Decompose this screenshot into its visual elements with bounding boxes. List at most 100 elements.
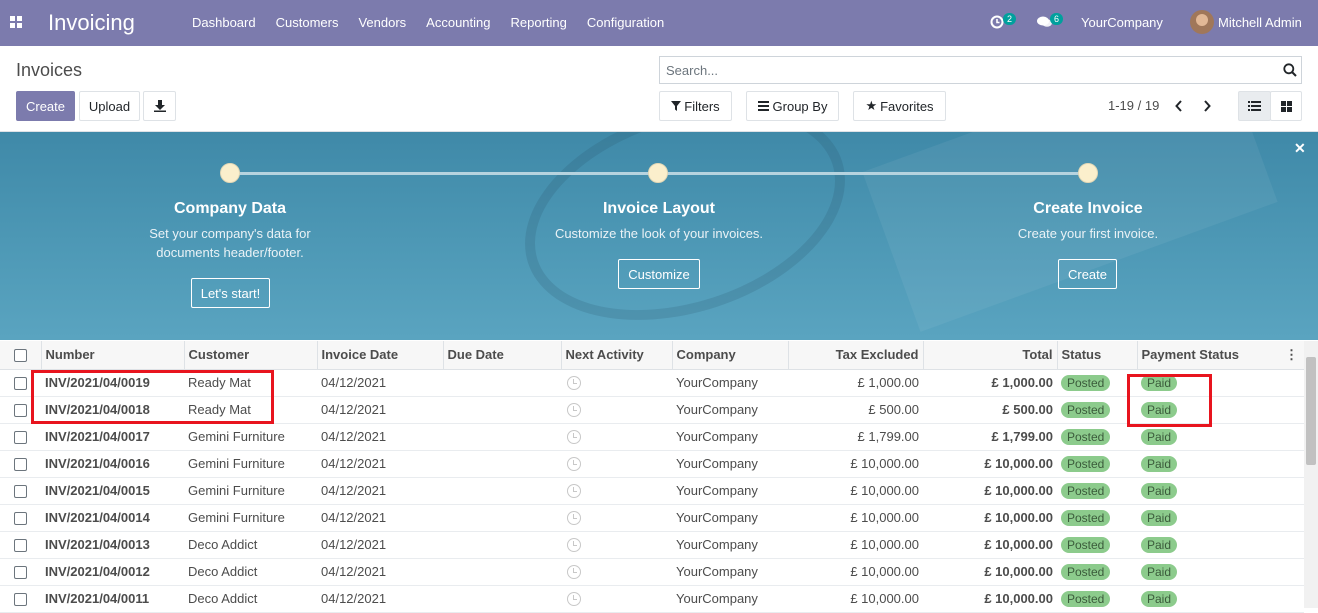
table-row[interactable]: INV/2021/04/0014 Gemini Furniture 04/12/20… xyxy=(0,504,1304,532)
invoice-number[interactable]: INV/2021/04/0017 xyxy=(41,423,184,451)
activity-clock-icon[interactable] xyxy=(990,15,1004,29)
user-avatar[interactable] xyxy=(1190,10,1214,34)
menu-customers[interactable]: Customers xyxy=(276,15,339,30)
row-checkbox[interactable] xyxy=(14,458,27,472)
company-switcher[interactable]: YourCompany xyxy=(1081,15,1163,30)
pager-next-icon[interactable] xyxy=(1203,100,1211,112)
customer-name[interactable]: Deco Addict xyxy=(184,558,317,586)
activity-clock-icon[interactable] xyxy=(567,484,581,499)
column-header-customer[interactable]: Customer xyxy=(184,341,318,370)
download-button[interactable] xyxy=(143,91,176,121)
optional-columns-icon[interactable]: ⋮ xyxy=(1285,347,1298,363)
search-icon[interactable] xyxy=(1283,63,1297,77)
activity-clock-icon[interactable] xyxy=(567,457,581,472)
company-name[interactable]: YourCompany xyxy=(672,558,788,586)
total-amount[interactable]: £ 10,000.00 xyxy=(923,450,1057,478)
activity-clock-icon[interactable] xyxy=(567,376,581,391)
due-date[interactable] xyxy=(443,477,561,505)
due-date[interactable] xyxy=(443,531,561,559)
invoice-date[interactable]: 04/12/2021 xyxy=(317,423,443,451)
next-activity-cell[interactable] xyxy=(561,504,672,532)
search-input[interactable]: Search... xyxy=(659,56,1302,84)
status-cell[interactable]: Posted xyxy=(1057,450,1137,478)
favorites-button[interactable]: ★ Favorites xyxy=(853,91,946,121)
menu-accounting[interactable]: Accounting xyxy=(426,15,490,30)
payment-status-cell[interactable]: Paid xyxy=(1137,477,1304,505)
due-date[interactable] xyxy=(443,558,561,586)
next-activity-cell[interactable] xyxy=(561,450,672,478)
row-checkbox[interactable] xyxy=(14,404,27,418)
create-button[interactable]: Create xyxy=(16,91,75,121)
tax-excluded-amount[interactable]: £ 1,799.00 xyxy=(788,423,923,451)
status-cell[interactable]: Posted xyxy=(1057,396,1137,424)
tax-excluded-amount[interactable]: £ 10,000.00 xyxy=(788,558,923,586)
customer-name[interactable]: Deco Addict xyxy=(184,531,317,559)
column-header-number[interactable]: Number xyxy=(41,341,185,370)
invoice-number[interactable]: INV/2021/04/0012 xyxy=(41,558,184,586)
tax-excluded-amount[interactable]: £ 500.00 xyxy=(788,396,923,424)
status-cell[interactable]: Posted xyxy=(1057,558,1137,586)
list-view-button[interactable] xyxy=(1238,91,1271,121)
table-row[interactable]: INV/2021/04/0013 Deco Addict 04/12/2021 You… xyxy=(0,531,1304,559)
pager-value[interactable]: 1-19 / 19 xyxy=(1108,98,1159,113)
filters-button[interactable]: Filters xyxy=(659,91,732,121)
lets-start-button[interactable]: Let's start! xyxy=(191,278,270,308)
company-name[interactable]: YourCompany xyxy=(672,369,788,397)
menu-configuration[interactable]: Configuration xyxy=(587,15,664,30)
column-header-total[interactable]: Total xyxy=(923,341,1058,370)
column-header-tax-excluded[interactable]: Tax Excluded xyxy=(788,341,924,370)
customer-name[interactable]: Gemini Furniture xyxy=(184,504,317,532)
total-amount[interactable]: £ 1,799.00 xyxy=(923,423,1057,451)
next-activity-cell[interactable] xyxy=(561,558,672,586)
next-activity-cell[interactable] xyxy=(561,531,672,559)
company-name[interactable]: YourCompany xyxy=(672,423,788,451)
due-date[interactable] xyxy=(443,450,561,478)
activity-clock-icon[interactable] xyxy=(567,403,581,418)
upload-button[interactable]: Upload xyxy=(79,91,140,121)
column-header-due-date[interactable]: Due Date xyxy=(443,341,562,370)
column-header-company[interactable]: Company xyxy=(672,341,789,370)
next-activity-cell[interactable] xyxy=(561,369,672,397)
company-name[interactable]: YourCompany xyxy=(672,504,788,532)
table-row[interactable]: INV/2021/04/0017 Gemini Furniture 04/12/20… xyxy=(0,423,1304,451)
customize-button[interactable]: Customize xyxy=(618,259,700,289)
row-checkbox[interactable] xyxy=(14,539,27,553)
create-invoice-button[interactable]: Create xyxy=(1058,259,1117,289)
row-checkbox[interactable] xyxy=(14,377,27,391)
invoice-number[interactable]: INV/2021/04/0016 xyxy=(41,450,184,478)
next-activity-cell[interactable] xyxy=(561,477,672,505)
company-name[interactable]: YourCompany xyxy=(672,531,788,559)
payment-status-cell[interactable]: Paid xyxy=(1137,558,1304,586)
table-scrollbar[interactable] xyxy=(1304,341,1318,608)
status-cell[interactable]: Posted xyxy=(1057,531,1137,559)
company-name[interactable]: YourCompany xyxy=(672,450,788,478)
tax-excluded-amount[interactable]: £ 1,000.00 xyxy=(788,369,923,397)
payment-status-cell[interactable]: Paid xyxy=(1137,504,1304,532)
due-date[interactable] xyxy=(443,396,561,424)
invoice-date[interactable]: 04/12/2021 xyxy=(317,369,443,397)
status-cell[interactable]: Posted xyxy=(1057,369,1137,397)
invoice-date[interactable]: 04/12/2021 xyxy=(317,558,443,586)
total-amount[interactable]: £ 10,000.00 xyxy=(923,477,1057,505)
next-activity-cell[interactable] xyxy=(561,396,672,424)
due-date[interactable] xyxy=(443,423,561,451)
total-amount[interactable]: £ 1,000.00 xyxy=(923,369,1057,397)
tax-excluded-amount[interactable]: £ 10,000.00 xyxy=(788,450,923,478)
row-checkbox[interactable] xyxy=(14,566,27,580)
customer-name[interactable]: Gemini Furniture xyxy=(184,450,317,478)
invoice-date[interactable]: 04/12/2021 xyxy=(317,396,443,424)
company-name[interactable]: YourCompany xyxy=(672,396,788,424)
tax-excluded-amount[interactable]: £ 10,000.00 xyxy=(788,477,923,505)
scrollbar-thumb[interactable] xyxy=(1306,357,1316,465)
column-header-invoice-date[interactable]: Invoice Date xyxy=(317,341,444,370)
groupby-button[interactable]: Group By xyxy=(746,91,839,121)
table-row[interactable]: INV/2021/04/0015 Gemini Furniture 04/12/20… xyxy=(0,477,1304,505)
user-menu[interactable]: Mitchell Admin xyxy=(1218,15,1302,30)
customer-name[interactable]: Gemini Furniture xyxy=(184,423,317,451)
invoice-date[interactable]: 04/12/2021 xyxy=(317,477,443,505)
payment-status-cell[interactable]: Paid xyxy=(1137,423,1304,451)
next-activity-cell[interactable] xyxy=(561,423,672,451)
due-date[interactable] xyxy=(443,369,561,397)
activity-clock-icon[interactable] xyxy=(567,511,581,526)
table-row[interactable]: INV/2021/04/0016 Gemini Furniture 04/12/20… xyxy=(0,450,1304,478)
